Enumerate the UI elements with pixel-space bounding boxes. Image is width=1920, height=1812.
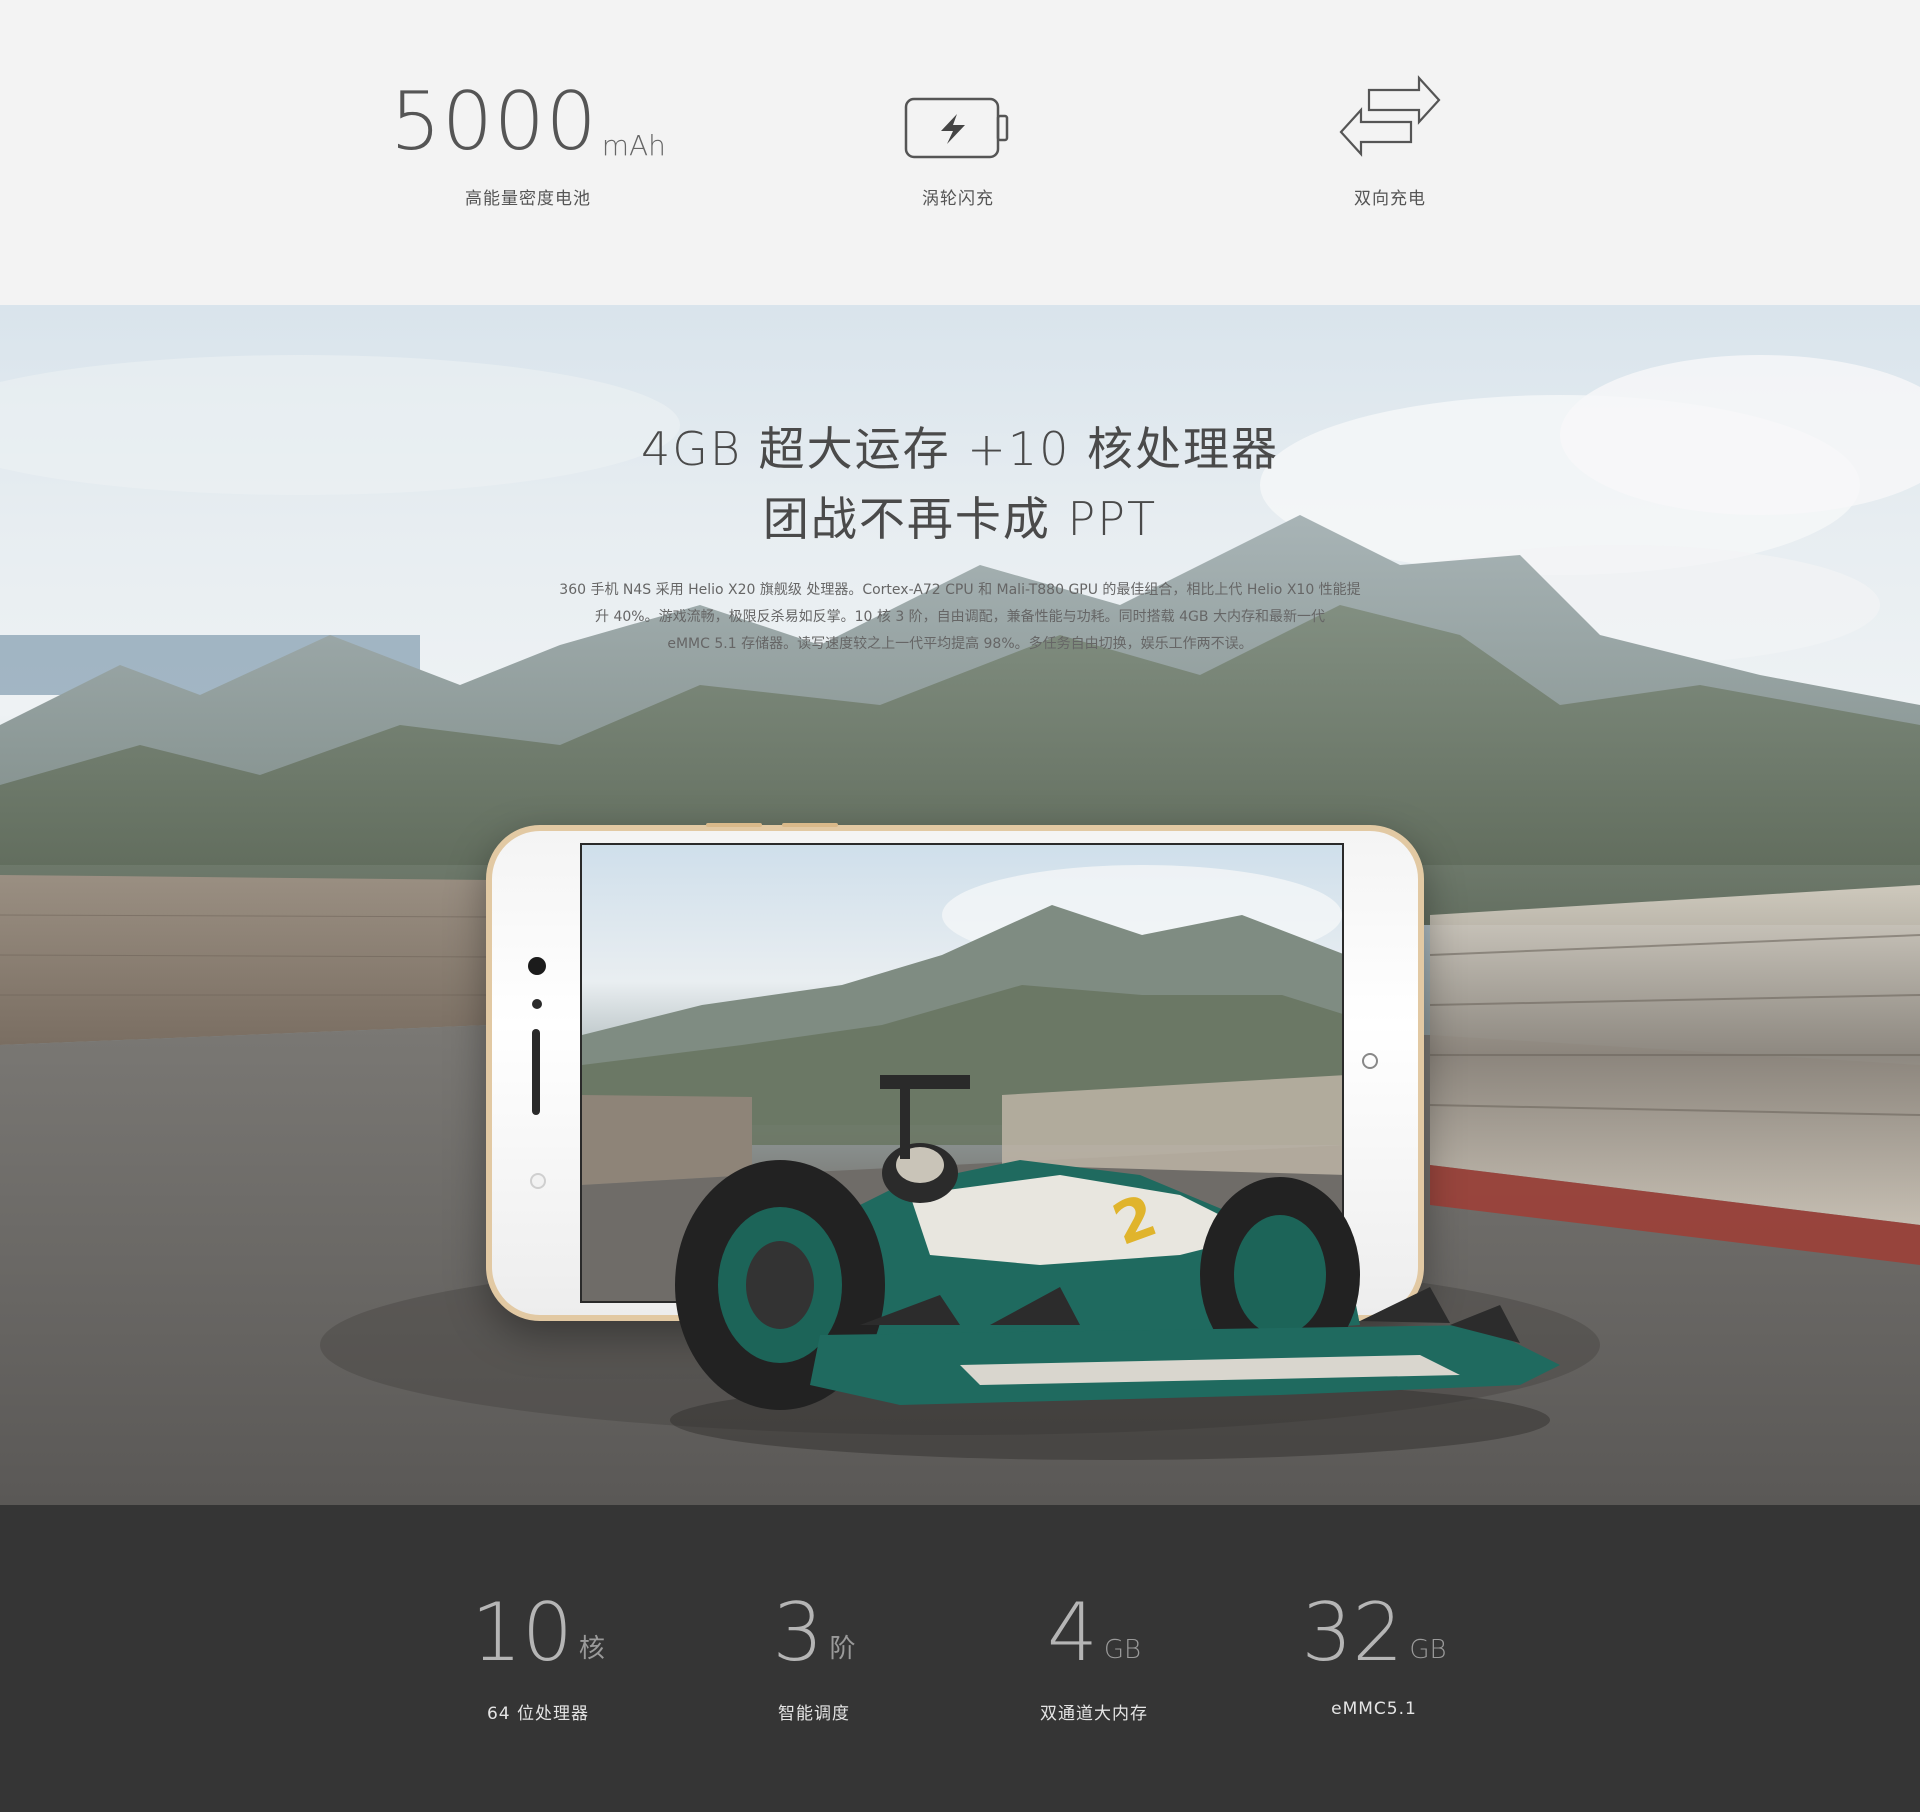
reverse-charge-feature: 双向充电: [1210, 0, 1570, 305]
hero-description-line-3: eMMC 5.1 存储器。读写速度较之上一代平均提高 98%。多任务自由切换，娱…: [667, 636, 1253, 652]
spec-tiers-value: 3: [772, 1586, 824, 1679]
spec-storage: 32 GB eMMC5.1: [1244, 1505, 1504, 1812]
race-car-illustration: 2: [670, 1075, 1560, 1460]
spec-cores-label: 64 位处理器: [486, 1704, 590, 1724]
spec-tiers-label: 智能调度: [778, 1704, 850, 1724]
battery-features-section: 5000 mAh 高能量密度电池 涡轮闪充 双向充电: [0, 0, 1920, 305]
reverse-charge-visual: [1335, 0, 1445, 170]
spec-storage-figure: 32 GB: [1302, 1593, 1447, 1673]
bidirectional-arrows-icon: [1339, 75, 1441, 157]
fast-charge-feature: 涡轮闪充: [778, 0, 1138, 305]
spec-cores: 10 核 64 位处理器: [408, 1505, 668, 1812]
spec-memory-label: 双通道大内存: [1040, 1704, 1148, 1724]
fast-charge-caption: 涡轮闪充: [922, 189, 994, 209]
spec-cores-unit: 核: [578, 1634, 605, 1664]
spec-memory-unit: GB: [1103, 1635, 1142, 1665]
reverse-charge-caption: 双向充电: [1354, 189, 1426, 209]
capacity-unit: mAh: [601, 129, 666, 162]
capacity-caption: 高能量密度电池: [465, 189, 591, 209]
spec-memory-figure: 4 GB: [1047, 1593, 1141, 1673]
sensor-icon: [532, 999, 542, 1009]
capacity-figure: 5000 mAh: [390, 0, 666, 170]
volume-button: [706, 823, 762, 827]
power-button: [782, 823, 838, 827]
spec-memory: 4 GB 双通道大内存: [964, 1505, 1224, 1812]
performance-hero-section: 4GB 超大运存 +10 核处理器 团战不再卡成 PPT 360 手机 N4S …: [0, 305, 1920, 1505]
spec-cores-value: 10: [471, 1586, 573, 1679]
spec-tiers-unit: 阶: [829, 1634, 856, 1664]
specs-section: 10 核 64 位处理器 3 阶 智能调度 4 GB 双通道大内存 32 GB …: [0, 1505, 1920, 1812]
earpiece-speaker: [532, 1029, 540, 1115]
fingerprint-home-button: [530, 1173, 546, 1189]
spec-storage-unit: GB: [1409, 1635, 1447, 1665]
hero-description-line-1: 360 手机 N4S 采用 Helio X20 旗舰级 处理器。Cortex-A…: [559, 582, 1361, 598]
spec-tiers-figure: 3 阶: [773, 1593, 856, 1673]
spec-cores-figure: 10 核: [471, 1593, 605, 1673]
fast-charge-visual: [903, 0, 1013, 170]
spec-memory-value: 4: [1046, 1586, 1098, 1679]
spec-tiers: 3 阶 智能调度: [684, 1505, 944, 1812]
hero-description: 360 手机 N4S 采用 Helio X20 旗舰级 处理器。Cortex-A…: [520, 577, 1400, 658]
hero-title-line-1: 4GB 超大运存 +10 核处理器: [641, 422, 1279, 476]
hero-description-line-2: 升 40%。游戏流畅，极限反杀易如反掌。10 核 3 阶，自由调配，兼备性能与功…: [595, 609, 1325, 625]
hero-title-line-2: 团战不再卡成 PPT: [762, 492, 1158, 546]
front-camera-icon: [528, 957, 546, 975]
battery-bolt-icon: [904, 97, 1009, 159]
spec-storage-value: 32: [1301, 1586, 1404, 1679]
capacity-value: 5000: [390, 75, 598, 168]
spec-storage-label: eMMC5.1: [1331, 1699, 1417, 1719]
battery-capacity-feature: 5000 mAh 高能量密度电池: [348, 0, 708, 305]
